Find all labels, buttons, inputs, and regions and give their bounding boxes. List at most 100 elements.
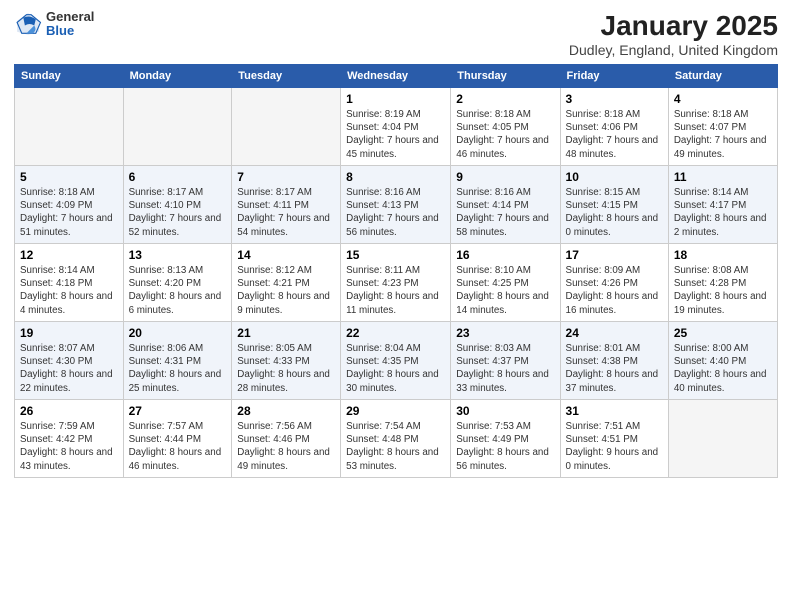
calendar-cell: 6Sunrise: 8:17 AM Sunset: 4:10 PM Daylig… bbox=[123, 166, 232, 244]
calendar-cell: 28 Sunrise: 7:56 AM Sunset: 4:46 PM Dayli… bbox=[232, 400, 341, 478]
day-number: 2 bbox=[456, 92, 554, 106]
calendar-cell bbox=[668, 400, 777, 478]
col-wednesday: Wednesday bbox=[341, 65, 451, 88]
col-saturday: Saturday bbox=[668, 65, 777, 88]
day-number: 12 bbox=[20, 248, 118, 262]
day-number: 11 bbox=[674, 170, 772, 184]
day-number: 14 bbox=[237, 248, 335, 262]
calendar-cell bbox=[15, 88, 124, 166]
calendar-cell: 17Sunrise: 8:09 AM Sunset: 4:26 PM Dayli… bbox=[560, 244, 668, 322]
col-thursday: Thursday bbox=[451, 65, 560, 88]
day-number: 29 bbox=[346, 404, 445, 418]
calendar-cell: 15 Sunrise: 8:11 AM Sunset: 4:23 PM Dayli… bbox=[341, 244, 451, 322]
calendar-cell: 30 Sunrise: 7:53 AM Sunset: 4:49 PM Dayli… bbox=[451, 400, 560, 478]
day-number: 21 bbox=[237, 326, 335, 340]
day-number: 3 bbox=[566, 92, 663, 106]
day-number: 10 bbox=[566, 170, 663, 184]
day-number: 18 bbox=[674, 248, 772, 262]
calendar-cell: 19 Sunrise: 8:07 AM Sunset: 4:30 PM Dayli… bbox=[15, 322, 124, 400]
day-info: Sunrise: 8:10 AM Sunset: 4:25 PM Dayligh… bbox=[456, 264, 554, 317]
day-info: Sunrise: 7:56 AM Sunset: 4:46 PM Dayligh… bbox=[237, 420, 335, 473]
day-number: 24 bbox=[566, 326, 663, 340]
day-number: 25 bbox=[674, 326, 772, 340]
calendar-table: Sunday Monday Tuesday Wednesday Thursday… bbox=[14, 64, 778, 478]
calendar-cell: 26Sunrise: 7:59 AM Sunset: 4:42 PM Dayli… bbox=[15, 400, 124, 478]
logo-general-text: General bbox=[46, 10, 94, 24]
day-info: Sunrise: 8:18 AM Sunset: 4:06 PM Dayligh… bbox=[566, 108, 663, 161]
day-info: Sunrise: 8:14 AM Sunset: 4:17 PM Dayligh… bbox=[674, 186, 772, 239]
calendar-week-row-1: 1 Sunrise: 8:19 AM Sunset: 4:04 PM Daylig… bbox=[15, 88, 778, 166]
calendar-cell: 9Sunrise: 8:16 AM Sunset: 4:14 PM Daylig… bbox=[451, 166, 560, 244]
logo-icon bbox=[14, 10, 42, 38]
day-info: Sunrise: 8:03 AM Sunset: 4:37 PM Dayligh… bbox=[456, 342, 554, 395]
day-info: Sunrise: 8:14 AM Sunset: 4:18 PM Dayligh… bbox=[20, 264, 118, 317]
day-info: Sunrise: 8:04 AM Sunset: 4:35 PM Dayligh… bbox=[346, 342, 445, 395]
day-info: Sunrise: 8:01 AM Sunset: 4:38 PM Dayligh… bbox=[566, 342, 663, 395]
day-number: 4 bbox=[674, 92, 772, 106]
col-friday: Friday bbox=[560, 65, 668, 88]
day-number: 1 bbox=[346, 92, 445, 106]
day-info: Sunrise: 7:59 AM Sunset: 4:42 PM Dayligh… bbox=[20, 420, 118, 473]
page: General Blue January 2025 Dudley, Englan… bbox=[0, 0, 792, 612]
calendar-cell: 24 Sunrise: 8:01 AM Sunset: 4:38 PM Dayli… bbox=[560, 322, 668, 400]
day-number: 16 bbox=[456, 248, 554, 262]
day-info: Sunrise: 8:18 AM Sunset: 4:07 PM Dayligh… bbox=[674, 108, 772, 161]
location: Dudley, England, United Kingdom bbox=[569, 42, 778, 58]
day-info: Sunrise: 8:09 AM Sunset: 4:26 PM Dayligh… bbox=[566, 264, 663, 317]
day-number: 30 bbox=[456, 404, 554, 418]
calendar-cell: 23 Sunrise: 8:03 AM Sunset: 4:37 PM Dayli… bbox=[451, 322, 560, 400]
day-number: 15 bbox=[346, 248, 445, 262]
header: General Blue January 2025 Dudley, Englan… bbox=[14, 10, 778, 58]
day-number: 27 bbox=[129, 404, 227, 418]
calendar-cell: 12 Sunrise: 8:14 AM Sunset: 4:18 PM Dayli… bbox=[15, 244, 124, 322]
day-info: Sunrise: 7:57 AM Sunset: 4:44 PM Dayligh… bbox=[129, 420, 227, 473]
calendar-cell: 18 Sunrise: 8:08 AM Sunset: 4:28 PM Dayli… bbox=[668, 244, 777, 322]
day-info: Sunrise: 8:16 AM Sunset: 4:14 PM Dayligh… bbox=[456, 186, 554, 239]
day-info: Sunrise: 8:19 AM Sunset: 4:04 PM Dayligh… bbox=[346, 108, 445, 161]
logo: General Blue bbox=[14, 10, 94, 39]
logo-blue-text: Blue bbox=[46, 24, 94, 38]
calendar-cell bbox=[123, 88, 232, 166]
day-info: Sunrise: 8:13 AM Sunset: 4:20 PM Dayligh… bbox=[129, 264, 227, 317]
calendar-cell: 4 Sunrise: 8:18 AM Sunset: 4:07 PM Daylig… bbox=[668, 88, 777, 166]
col-sunday: Sunday bbox=[15, 65, 124, 88]
calendar-cell: 22Sunrise: 8:04 AM Sunset: 4:35 PM Dayli… bbox=[341, 322, 451, 400]
col-monday: Monday bbox=[123, 65, 232, 88]
day-info: Sunrise: 8:00 AM Sunset: 4:40 PM Dayligh… bbox=[674, 342, 772, 395]
calendar-cell: 21 Sunrise: 8:05 AM Sunset: 4:33 PM Dayli… bbox=[232, 322, 341, 400]
calendar-cell: 31 Sunrise: 7:51 AM Sunset: 4:51 PM Dayli… bbox=[560, 400, 668, 478]
calendar-week-row-2: 5 Sunrise: 8:18 AM Sunset: 4:09 PM Daylig… bbox=[15, 166, 778, 244]
day-info: Sunrise: 8:11 AM Sunset: 4:23 PM Dayligh… bbox=[346, 264, 445, 317]
day-number: 7 bbox=[237, 170, 335, 184]
day-info: Sunrise: 8:07 AM Sunset: 4:30 PM Dayligh… bbox=[20, 342, 118, 395]
calendar-header-row: Sunday Monday Tuesday Wednesday Thursday… bbox=[15, 65, 778, 88]
day-info: Sunrise: 7:51 AM Sunset: 4:51 PM Dayligh… bbox=[566, 420, 663, 473]
calendar-cell: 14 Sunrise: 8:12 AM Sunset: 4:21 PM Dayli… bbox=[232, 244, 341, 322]
day-info: Sunrise: 7:54 AM Sunset: 4:48 PM Dayligh… bbox=[346, 420, 445, 473]
day-info: Sunrise: 7:53 AM Sunset: 4:49 PM Dayligh… bbox=[456, 420, 554, 473]
calendar-cell: 3 Sunrise: 8:18 AM Sunset: 4:06 PM Daylig… bbox=[560, 88, 668, 166]
day-info: Sunrise: 8:18 AM Sunset: 4:09 PM Dayligh… bbox=[20, 186, 118, 239]
day-info: Sunrise: 8:12 AM Sunset: 4:21 PM Dayligh… bbox=[237, 264, 335, 317]
day-number: 23 bbox=[456, 326, 554, 340]
calendar-cell: 7Sunrise: 8:17 AM Sunset: 4:11 PM Daylig… bbox=[232, 166, 341, 244]
day-info: Sunrise: 8:08 AM Sunset: 4:28 PM Dayligh… bbox=[674, 264, 772, 317]
day-number: 28 bbox=[237, 404, 335, 418]
day-number: 19 bbox=[20, 326, 118, 340]
calendar-cell: 8Sunrise: 8:16 AM Sunset: 4:13 PM Daylig… bbox=[341, 166, 451, 244]
calendar-cell: 27 Sunrise: 7:57 AM Sunset: 4:44 PM Dayli… bbox=[123, 400, 232, 478]
calendar-week-row-5: 26Sunrise: 7:59 AM Sunset: 4:42 PM Dayli… bbox=[15, 400, 778, 478]
day-info: Sunrise: 8:16 AM Sunset: 4:13 PM Dayligh… bbox=[346, 186, 445, 239]
day-number: 31 bbox=[566, 404, 663, 418]
month-title: January 2025 bbox=[569, 10, 778, 42]
calendar-cell: 20Sunrise: 8:06 AM Sunset: 4:31 PM Dayli… bbox=[123, 322, 232, 400]
calendar-cell: 10Sunrise: 8:15 AM Sunset: 4:15 PM Dayli… bbox=[560, 166, 668, 244]
logo-text: General Blue bbox=[46, 10, 94, 39]
day-number: 5 bbox=[20, 170, 118, 184]
calendar-cell: 13Sunrise: 8:13 AM Sunset: 4:20 PM Dayli… bbox=[123, 244, 232, 322]
calendar-week-row-3: 12 Sunrise: 8:14 AM Sunset: 4:18 PM Dayli… bbox=[15, 244, 778, 322]
day-number: 20 bbox=[129, 326, 227, 340]
calendar-cell: 5 Sunrise: 8:18 AM Sunset: 4:09 PM Daylig… bbox=[15, 166, 124, 244]
calendar-cell: 16 Sunrise: 8:10 AM Sunset: 4:25 PM Dayli… bbox=[451, 244, 560, 322]
day-info: Sunrise: 8:05 AM Sunset: 4:33 PM Dayligh… bbox=[237, 342, 335, 395]
